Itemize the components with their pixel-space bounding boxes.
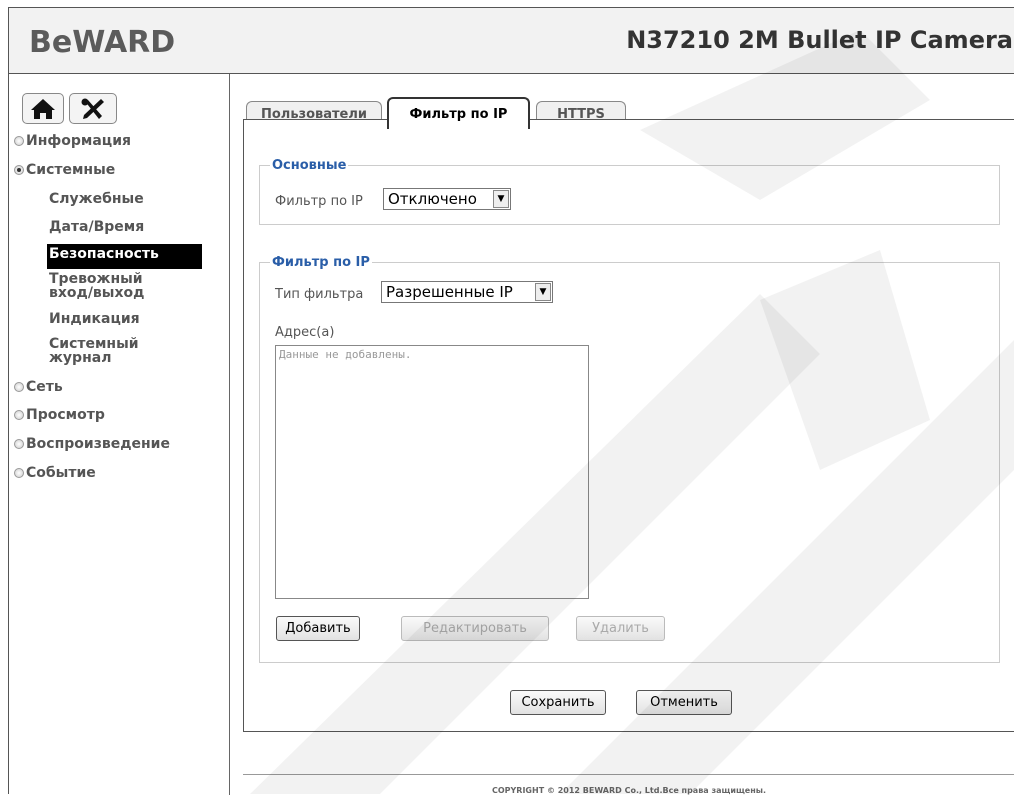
nav-system[interactable]: Системные [14,162,115,178]
home-icon [31,98,55,119]
subnav-service[interactable]: Служебные [49,192,144,206]
edit-button[interactable]: Редактировать [401,616,549,641]
basic-fieldset: Основные [259,158,1000,225]
subnav-syslog[interactable]: Системный журнал [49,337,149,365]
radio-icon [14,439,24,449]
basic-legend: Основные [272,158,347,173]
filter-type-label: Тип фильтра [275,287,364,302]
add-button[interactable]: Добавить [276,616,360,641]
delete-button[interactable]: Удалить [576,616,665,641]
nav-playback[interactable]: Воспроизведение [14,436,170,452]
tools-icon [81,98,104,119]
beward-logo: BeWARD [29,25,176,60]
sidebar: Информация Системные Служебные Дата/Врем… [9,74,230,795]
radio-icon [14,468,24,478]
nav-info[interactable]: Информация [14,133,131,149]
ip-filter-select[interactable]: Отключено ▼ [383,188,511,210]
filter-type-select[interactable]: Разрешенные IP ▼ [381,281,553,303]
ip-filter-label: Фильтр по IP [275,194,363,209]
radio-icon [14,136,24,146]
settings-button[interactable] [69,93,117,124]
camera-title: N37210 2M Bullet IP Camera [626,26,1013,54]
radio-icon [14,382,24,392]
address-list[interactable]: Данные не добавлены. [275,345,589,599]
main-content: Пользователи Фильтр по IP HTTPS Основные… [230,74,1014,795]
cancel-button[interactable]: Отменить [636,690,732,715]
header: BeWARD N37210 2M Bullet IP Camera [9,8,1014,74]
home-button[interactable] [22,93,64,124]
subnav-alarm-io[interactable]: Тревожный вход/выход [49,272,169,300]
settings-panel: Основные Фильтр по IP Отключено ▼ Фильтр… [243,119,1014,732]
radio-selected-icon [14,165,24,175]
footer-divider [243,774,1014,775]
subnav-datetime[interactable]: Дата/Время [49,220,144,234]
ip-filter-legend: Фильтр по IP [272,255,370,270]
nav-event[interactable]: Событие [14,465,96,481]
dropdown-arrow-icon: ▼ [535,283,551,301]
nav-network[interactable]: Сеть [14,379,63,395]
subnav-security[interactable]: Безопасность [47,244,202,269]
nav-view[interactable]: Просмотр [14,407,105,423]
address-label: Адрес(а) [275,325,335,340]
subnav-indication[interactable]: Индикация [49,312,140,326]
app-frame: BeWARD N37210 2M Bullet IP Camera Информ… [8,7,1014,795]
dropdown-arrow-icon: ▼ [493,190,509,208]
save-button[interactable]: Сохранить [510,690,606,715]
radio-icon [14,410,24,420]
tab-ip-filter[interactable]: Фильтр по IP [387,97,530,129]
